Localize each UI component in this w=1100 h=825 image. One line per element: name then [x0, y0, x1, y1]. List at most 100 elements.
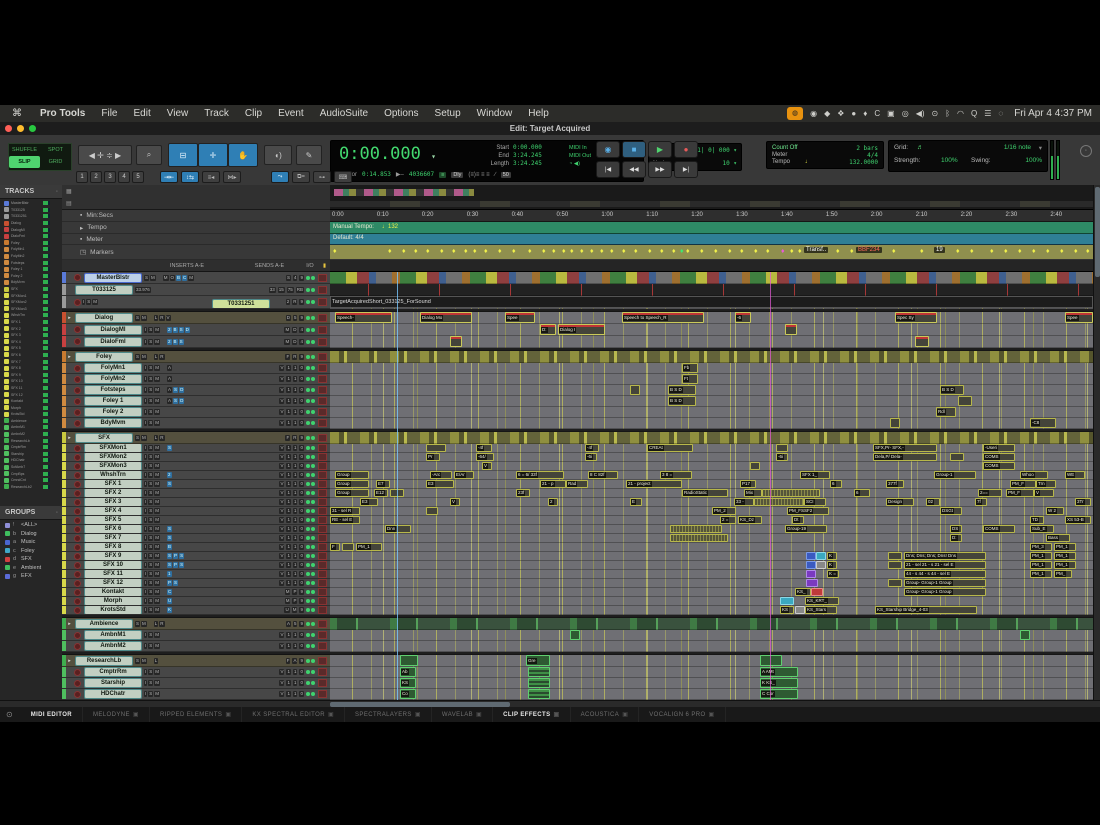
meter-value[interactable]: 4/4: [867, 152, 878, 159]
audio-clip[interactable]: [570, 630, 580, 640]
track-ctl-s[interactable]: S: [148, 445, 154, 451]
io-chip[interactable]: 1: [292, 535, 298, 541]
tab-to-transient-button[interactable]: ⇥⇤: [160, 171, 178, 183]
insert-chip[interactable]: R: [159, 620, 165, 627]
record-dot[interactable]: [74, 543, 81, 551]
record-dot[interactable]: [74, 375, 81, 383]
insert-chip[interactable]: L: [153, 657, 159, 664]
track-ctl-m[interactable]: M: [154, 376, 161, 382]
rail-track-t0331251[interactable]: T0331251: [0, 213, 62, 220]
track-ctl-s[interactable]: S: [148, 598, 154, 604]
track-ctl-i[interactable]: I: [144, 535, 148, 541]
audio-clip[interactable]: Fb: [682, 363, 698, 373]
audio-clip[interactable]: [816, 561, 826, 569]
edit-mode-grid[interactable]: GRID: [40, 156, 71, 168]
record-dot[interactable]: [74, 606, 81, 614]
audio-clip[interactable]: [806, 561, 816, 569]
io-chip[interactable]: V: [279, 420, 285, 426]
io-chip[interactable]: 0: [299, 526, 304, 532]
record-dot[interactable]: [74, 516, 81, 524]
track-row-sfx-10[interactable]: SFX 10 I S M S P S V 1 1 0: [62, 561, 330, 570]
rail-track-foley-2[interactable]: Foley 2: [0, 273, 62, 280]
audio-clip[interactable]: K: [827, 561, 837, 569]
automation-box[interactable]: [318, 525, 327, 533]
track-ctl-m[interactable]: M: [154, 445, 161, 451]
track-name[interactable]: SFX 9: [84, 552, 142, 560]
io-chip[interactable]: 0: [299, 508, 304, 514]
track-name[interactable]: SFX 6: [84, 525, 142, 533]
marker-diamond[interactable]: ♦: [672, 247, 676, 256]
track-ctl-m[interactable]: M: [154, 472, 161, 478]
io-chip[interactable]: 9: [299, 353, 304, 360]
audio-clip[interactable]: [890, 418, 900, 428]
audio-clip[interactable]: -6i: [776, 453, 788, 461]
tracks-panel-menu-icon[interactable]: ◦: [56, 189, 58, 195]
marker-diamond[interactable]: ♦: [484, 247, 488, 256]
io-chip[interactable]: 1: [286, 454, 291, 460]
audio-clip[interactable]: KS: [400, 678, 416, 688]
automation-box[interactable]: [318, 631, 327, 639]
io-chip[interactable]: 1: [286, 420, 291, 426]
track-name[interactable]: MasterBlstr: [84, 272, 142, 283]
io-chip[interactable]: V: [279, 669, 285, 675]
track-ctl-s[interactable]: S: [144, 274, 150, 281]
io-chip[interactable]: 0: [299, 463, 304, 469]
io-chip[interactable]: U: [284, 607, 290, 613]
io-chip[interactable]: 0: [299, 454, 304, 460]
io-chip[interactable]: 1: [292, 669, 298, 675]
track-ctl-m[interactable]: M: [154, 669, 161, 675]
record-dot[interactable]: [74, 453, 81, 461]
record-dot[interactable]: [74, 489, 81, 497]
marker-diamond[interactable]: ♦: [714, 247, 718, 256]
audio-clip[interactable]: Dns; Dns; Dns; Dns! Dns: [904, 552, 986, 560]
record-dot[interactable]: [74, 588, 81, 596]
record-dot[interactable]: [74, 597, 81, 605]
lane-sfx-7[interactable]: D: Bass: [330, 534, 1093, 543]
lane-morph[interactable]: KS_KRT_: [330, 597, 1093, 606]
insert-chip[interactable]: S: [167, 526, 173, 532]
io-chip[interactable]: 4: [292, 274, 298, 281]
counter-caret-icon[interactable]: ▾: [431, 152, 436, 161]
lane-sfxmon3[interactable]: V COMS: [330, 462, 1093, 471]
track-ctl-i[interactable]: I: [144, 526, 148, 532]
audio-clip[interactable]: Sub_E: [1030, 525, 1054, 533]
metronome-icon[interactable]: ◔ ◀): [569, 160, 591, 168]
io-chip[interactable]: F: [285, 353, 291, 360]
group-item-ambient[interactable]: e Ambient: [0, 564, 62, 573]
track-row-sfx-2[interactable]: SFX 2ISMV110: [62, 489, 330, 498]
lane-whshtrn[interactable]: Group -Arc E/Ar 6 = 6/ 33f 8 C 82f 3 8 = SFX 1…: [330, 471, 1093, 480]
rail-track-scfamb7[interactable]: ScfAmb7: [0, 464, 62, 471]
rail-track-sfx-5[interactable]: SFX 5: [0, 345, 62, 352]
rail-track-ambience[interactable]: Ambience: [0, 418, 62, 425]
rail-track-sfx-7[interactable]: SFX 7: [0, 358, 62, 365]
track-row-kontakt[interactable]: Kontakt I S M C M P 9: [62, 588, 330, 597]
track-name[interactable]: SFX 1: [84, 480, 142, 488]
ruler-label-meter[interactable]: ▪ Meter: [62, 234, 330, 245]
record-dot[interactable]: [74, 668, 81, 676]
go-to-end-button[interactable]: ▶|: [674, 161, 698, 178]
io-chip[interactable]: 1: [286, 472, 291, 478]
audio-clip[interactable]: 3 8 =: [660, 471, 692, 479]
marker-diamond[interactable]: ♦: [402, 247, 406, 256]
insert-chip[interactable]: L: [153, 314, 159, 321]
track-ctl-i[interactable]: I: [144, 409, 148, 415]
record-dot[interactable]: [74, 525, 81, 533]
audio-clip[interactable]: -4f: [476, 444, 492, 452]
automation-box[interactable]: [318, 570, 327, 578]
bottom-tab-acoustica[interactable]: ACOUSTICA ▣: [571, 707, 640, 722]
insert-chip[interactable]: D: [179, 398, 185, 404]
marker-diamond[interactable]: ♦: [1074, 247, 1078, 256]
menu-item-help[interactable]: Help: [528, 108, 549, 119]
track-ctl-m[interactable]: M: [154, 680, 161, 686]
io-chip[interactable]: 1: [286, 526, 291, 532]
rail-track-dialogml[interactable]: DialogMl: [0, 226, 62, 233]
track-ctl-m[interactable]: M: [154, 544, 161, 550]
audio-clip[interactable]: D:: [540, 324, 556, 335]
grabber-tool[interactable]: ✋: [228, 143, 258, 167]
audio-clip[interactable]: [888, 561, 902, 569]
bluetooth-icon[interactable]: ᛒ: [945, 109, 950, 119]
track-row-sfxmon2[interactable]: SFXMon2 I S M V 1 1 0: [62, 453, 330, 462]
record-dot[interactable]: [74, 552, 81, 560]
online-button[interactable]: ◉: [596, 141, 620, 158]
track-ctl-s[interactable]: S: [148, 398, 154, 404]
